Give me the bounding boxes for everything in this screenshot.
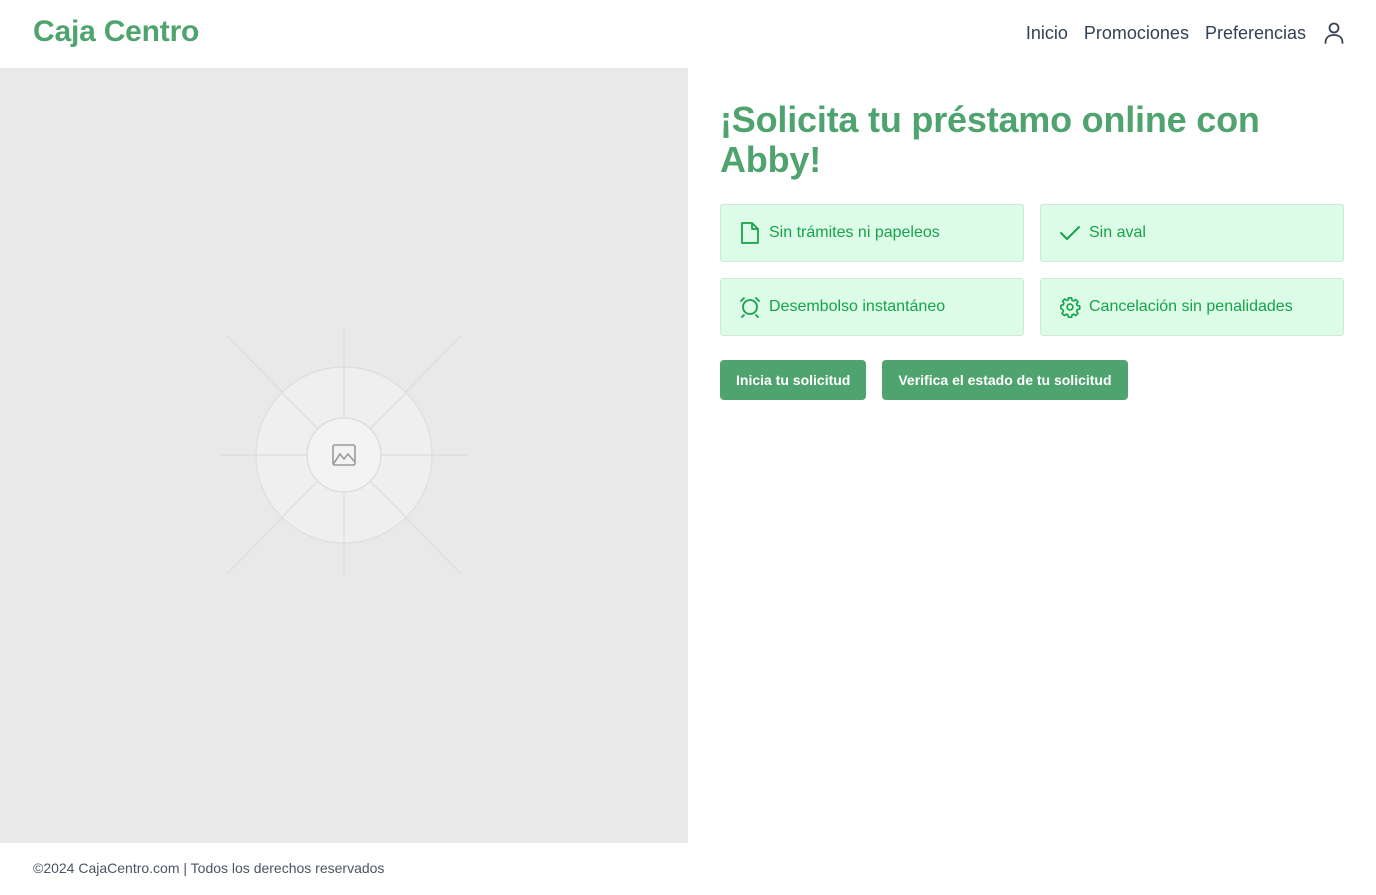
feature-label: Sin aval — [1089, 224, 1146, 241]
feature-label: Sin trámites ni papeleos — [769, 224, 940, 241]
image-placeholder-icon — [220, 330, 468, 576]
feature-label: Cancelación sin penalidades — [1089, 298, 1293, 315]
user-icon[interactable] — [1322, 20, 1346, 46]
footer-copyright: ©2024 CajaCentro.com | Todos los derecho… — [33, 860, 385, 876]
main-nav: Inicio Promociones Preferencias — [1026, 20, 1346, 46]
document-icon — [739, 221, 761, 245]
feature-card-no-paperwork: Sin trámites ni papeleos — [720, 204, 1024, 262]
nav-link-inicio[interactable]: Inicio — [1026, 23, 1068, 44]
feature-card-instant-disbursement: Desembolso instantáneo — [720, 278, 1024, 336]
main-content: ¡Solicita tu préstamo online con Abby! S… — [720, 100, 1344, 400]
feature-grid: Sin trámites ni papeleos Sin aval Desemb… — [720, 204, 1344, 336]
header: Caja Centro Inicio Promociones Preferenc… — [0, 0, 1376, 68]
check-status-button[interactable]: Verifica el estado de tu solicitud — [882, 360, 1128, 400]
feature-card-no-penalties: Cancelación sin penalidades — [1040, 278, 1344, 336]
alarm-clock-icon — [739, 295, 761, 319]
logo[interactable]: Caja Centro — [33, 15, 199, 49]
nav-link-promociones[interactable]: Promociones — [1084, 23, 1189, 44]
feature-label: Desembolso instantáneo — [769, 298, 946, 315]
gear-icon — [1059, 295, 1081, 319]
hero-image — [0, 68, 688, 843]
page-title: ¡Solicita tu préstamo online con Abby! — [720, 99, 1260, 180]
nav-link-preferencias[interactable]: Preferencias — [1205, 23, 1306, 44]
start-application-button[interactable]: Inicia tu solicitud — [720, 360, 867, 400]
action-buttons: Inicia tu solicitud Verifica el estado d… — [720, 360, 1344, 400]
feature-card-no-guarantor: Sin aval — [1040, 204, 1344, 262]
check-icon — [1059, 221, 1081, 245]
